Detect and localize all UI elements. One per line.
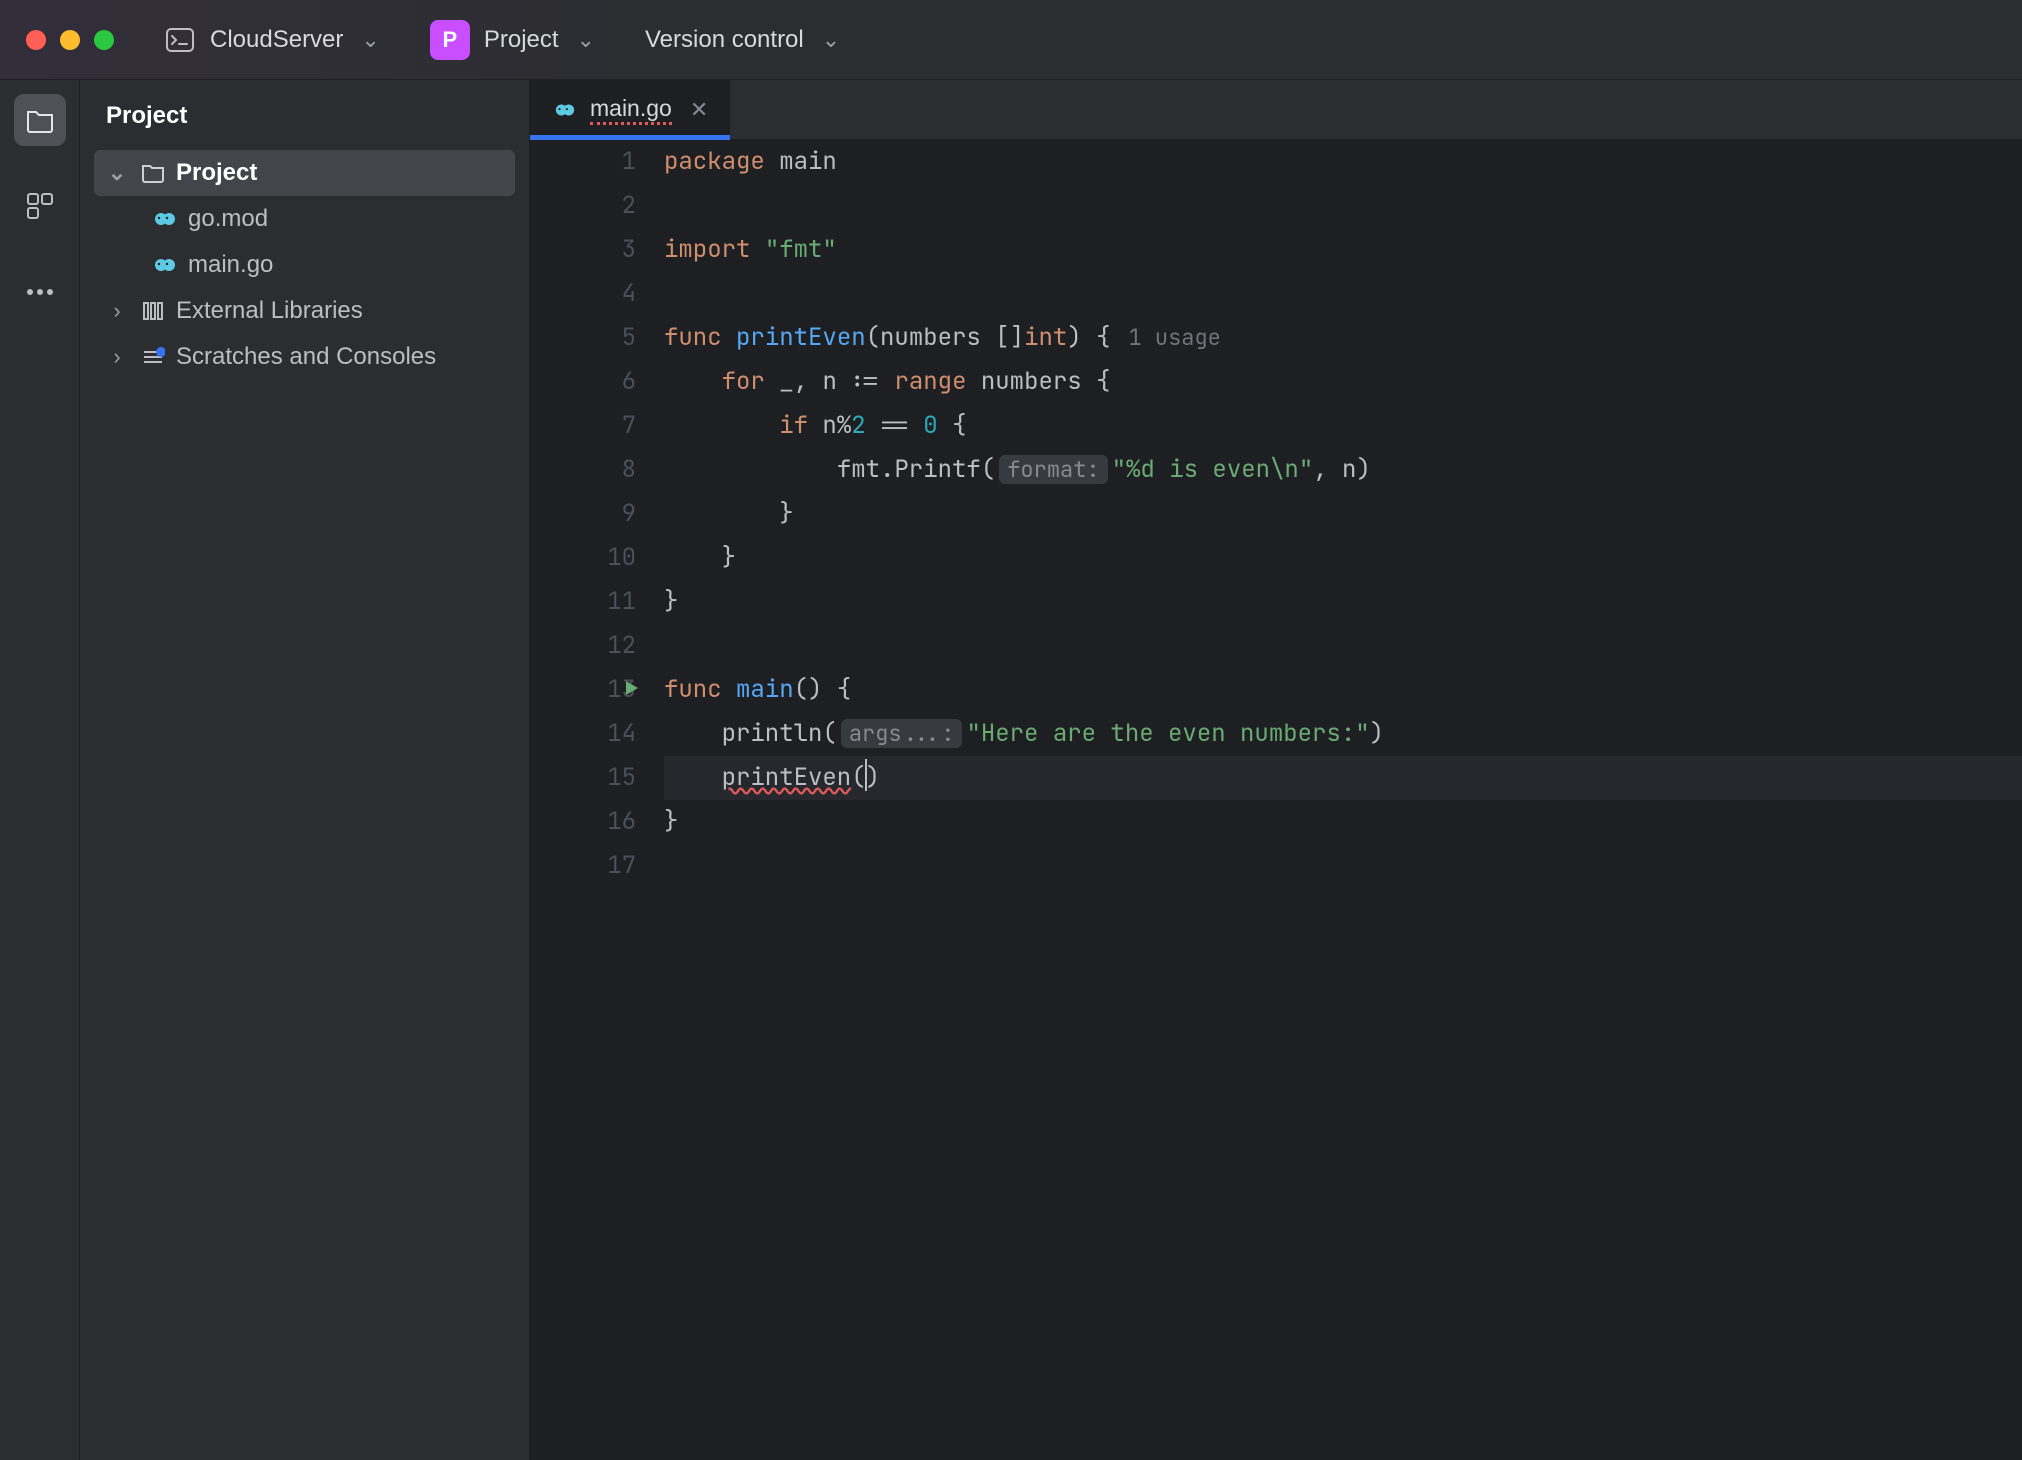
line-number: 3 [530,228,636,272]
folder-icon [140,160,166,186]
line-number: 11 [530,580,636,624]
remote-server-chooser[interactable]: CloudServer ⌄ [164,24,380,56]
tab-filename: main.go [590,95,672,125]
minimize-window-button[interactable] [60,30,80,50]
go-file-icon [152,206,178,232]
project-chooser[interactable]: P Project ⌄ [430,20,595,60]
go-file-icon [552,97,578,123]
line-number: 9 [530,492,636,536]
library-icon [140,298,166,324]
titlebar: CloudServer ⌄ P Project ⌄ Version contro… [0,0,2022,80]
more-tool-button[interactable] [14,266,66,318]
vcs-label: Version control [645,26,804,54]
chevron-down-icon: ⌄ [577,27,595,53]
line-number: 10 [530,536,636,580]
inlay-hint-format: format: [999,455,1107,484]
line-number: 17 [530,844,636,888]
line-number-gutter: 1 2 3 4 5 6 7 8 9 10 11 12 13 14 [530,140,664,1460]
terminal-icon [164,24,196,56]
tree-label: Scratches and Consoles [176,343,436,371]
left-tool-strip [0,80,80,1460]
line-number: 6 [530,360,636,404]
chevron-right-icon: › [104,344,130,370]
project-tree: ⌄ Project go.mod main.go › [80,150,529,380]
line-number: 4 [530,272,636,316]
line-number: 7 [530,404,636,448]
line-number: 5 [530,316,636,360]
line-number: 2 [530,184,636,228]
go-file-icon [152,252,178,278]
project-panel: Project ⌄ Project go.mod main.go [80,80,530,1460]
tree-label: go.mod [188,205,268,233]
code-editor[interactable]: 1 2 3 4 5 6 7 8 9 10 11 12 13 14 [530,140,2022,1460]
editor-tabs: main.go ✕ [530,80,2022,140]
close-tab-button[interactable]: ✕ [684,97,708,123]
line-number: 15 [530,756,636,800]
editor-area: main.go ✕ 1 2 3 4 5 6 7 8 9 10 11 12 13 [530,80,2022,1460]
server-label: CloudServer [210,26,343,54]
tree-file-main-go[interactable]: main.go [94,242,515,288]
tab-main-go[interactable]: main.go ✕ [530,80,730,139]
tree-root-project[interactable]: ⌄ Project [94,150,515,196]
run-gutter-icon[interactable] [622,668,640,712]
inlay-hint-args: args...: [841,719,963,748]
tree-label: External Libraries [176,297,363,325]
line-number: 16 [530,800,636,844]
project-badge: P [430,20,470,60]
vcs-chooser[interactable]: Version control ⌄ [645,26,840,54]
scratches-icon [140,344,166,370]
tree-label: Project [176,159,257,187]
chevron-down-icon: ⌄ [361,27,379,53]
chevron-down-icon: ⌄ [822,27,840,53]
tree-scratches[interactable]: › Scratches and Consoles [94,334,515,380]
project-label: Project [484,26,559,54]
code-content[interactable]: package main import "fmt" func printEven… [664,140,2022,1460]
line-number: 1 [530,140,636,184]
line-number: 13 [530,668,636,712]
chevron-down-icon: ⌄ [104,160,130,186]
maximize-window-button[interactable] [94,30,114,50]
tree-label: main.go [188,251,273,279]
chevron-right-icon: › [104,298,130,324]
line-number: 12 [530,624,636,668]
panel-title: Project [80,80,529,150]
usage-hint[interactable]: 1 usage [1110,323,1220,352]
line-number: 8 [530,448,636,492]
tree-file-go-mod[interactable]: go.mod [94,196,515,242]
close-window-button[interactable] [26,30,46,50]
tree-external-libraries[interactable]: › External Libraries [94,288,515,334]
structure-tool-button[interactable] [14,180,66,232]
window-controls [26,30,114,50]
project-tool-button[interactable] [14,94,66,146]
line-number: 14 [530,712,636,756]
